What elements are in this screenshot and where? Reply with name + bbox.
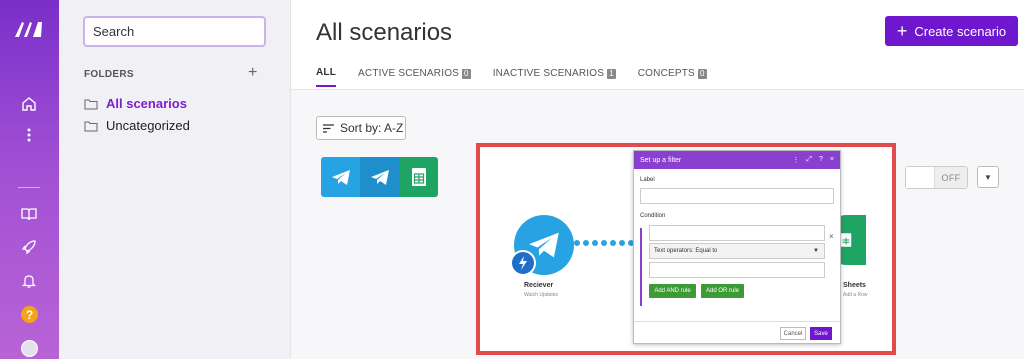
filter-dialog-title: Set up a filter <box>640 156 682 164</box>
condition-operand-input[interactable] <box>649 225 825 241</box>
condition-value-input[interactable] <box>649 262 825 278</box>
tab-inactive-scenarios[interactable]: INACTIVE SCENARIOS 1 <box>493 67 616 87</box>
operator-select-value: Text operators: Equal to <box>654 248 718 254</box>
add-and-rule-button[interactable]: Add AND rule <box>649 284 696 298</box>
header: All scenarios + Create scenario ALL ACTI… <box>291 0 1024 90</box>
close-icon[interactable]: × <box>830 156 834 164</box>
rail-divider <box>18 187 40 188</box>
bell-icon[interactable] <box>18 270 40 292</box>
create-scenario-button[interactable]: + Create scenario <box>885 16 1018 46</box>
label-input[interactable] <box>640 188 834 204</box>
home-icon[interactable] <box>18 93 40 115</box>
rocket-icon[interactable] <box>18 236 40 258</box>
instant-trigger-icon <box>510 250 536 276</box>
make-logo-icon[interactable] <box>13 20 45 44</box>
tab-label: ACTIVE SCENARIOS <box>358 68 460 79</box>
scenario-app-icons[interactable] <box>321 157 438 197</box>
editor-canvas: Reciever Watch Updates Sheets Add a Row … <box>480 147 892 351</box>
tab-label: CONCEPTS <box>637 68 695 79</box>
tab-label: INACTIVE SCENARIOS <box>492 68 605 79</box>
folder-open-icon <box>84 99 98 109</box>
operator-select[interactable]: Text operators: Equal to ▼ <box>649 243 825 259</box>
folder-item-uncategorized[interactable]: Uncategorized <box>84 118 190 133</box>
tab-concepts[interactable]: CONCEPTS 0 <box>638 67 707 87</box>
filter-dialog: Set up a filter ⋮ ⤢ ? × Label Condition … <box>633 150 841 344</box>
folder-item-all-scenarios[interactable]: All scenarios <box>84 96 187 111</box>
folders-heading: FOLDERS <box>84 69 134 80</box>
book-icon[interactable] <box>18 203 40 225</box>
avatar[interactable] <box>21 340 38 357</box>
help-icon[interactable]: ? <box>21 306 38 323</box>
telegram-icon <box>360 157 399 197</box>
tab-all[interactable]: ALL <box>316 67 337 87</box>
create-scenario-label: Create scenario <box>914 23 1007 39</box>
folder-item-label: Uncategorized <box>106 118 190 133</box>
tab-count-badge: 0 <box>462 68 471 79</box>
folder-icon <box>84 121 98 131</box>
add-or-rule-button[interactable]: Add OR rule <box>701 284 744 298</box>
tab-active-scenarios[interactable]: ACTIVE SCENARIOS 0 <box>358 67 471 87</box>
chevron-down-icon: ▼ <box>984 172 992 182</box>
highlighted-editor-preview: Reciever Watch Updates Sheets Add a Row … <box>476 143 896 355</box>
sort-button[interactable]: Sort by: A-Z <box>316 116 406 140</box>
folder-item-label: All scenarios <box>106 96 187 111</box>
more-vertical-icon[interactable] <box>18 124 40 146</box>
toggle-knob <box>906 167 935 188</box>
page-title: All scenarios <box>316 19 453 46</box>
tab-label: ALL <box>316 67 337 78</box>
left-rail: ? <box>0 0 59 359</box>
scenario-toggle[interactable]: OFF <box>905 166 968 189</box>
more-vertical-icon[interactable]: ⋮ <box>792 156 799 164</box>
add-folder-button[interactable]: + <box>248 64 257 82</box>
google-sheets-icon <box>840 233 852 247</box>
save-button[interactable]: Save <box>810 327 832 340</box>
condition-label: Condition <box>640 213 666 219</box>
tab-count-badge: 1 <box>607 68 616 79</box>
telegram-icon <box>321 157 360 197</box>
plus-icon: + <box>896 21 908 41</box>
sheets-module-sub: Add a Row <box>843 292 868 298</box>
receiver-module-sub: Watch Updates <box>524 292 558 298</box>
label-field-label: Label <box>640 177 655 183</box>
search-input[interactable] <box>83 16 266 47</box>
expand-icon[interactable]: ⤢ <box>806 156 812 164</box>
help-icon[interactable]: ? <box>819 156 823 164</box>
chevron-down-icon: ▼ <box>813 248 819 254</box>
scenario-menu-button[interactable]: ▼ <box>977 166 999 188</box>
sort-label: Sort by: A-Z <box>340 121 404 135</box>
sort-icon <box>323 123 334 133</box>
tab-count-badge: 0 <box>697 68 707 79</box>
sheets-module-label: Sheets <box>843 282 866 289</box>
cancel-button[interactable]: Cancel <box>780 327 806 340</box>
filter-dialog-footer: Cancel Save <box>634 321 840 344</box>
scenario-tabs: ALL ACTIVE SCENARIOS 0 INACTIVE SCENARIO… <box>316 67 729 87</box>
close-icon[interactable]: × <box>829 232 834 241</box>
receiver-module-label: Reciever <box>524 282 554 289</box>
filter-dialog-header: Set up a filter ⋮ ⤢ ? × <box>634 151 840 169</box>
main-content: All scenarios + Create scenario ALL ACTI… <box>291 0 1024 359</box>
folders-panel: FOLDERS + All scenarios Uncategorized <box>59 0 291 359</box>
google-sheets-icon <box>399 157 438 197</box>
toggle-label: OFF <box>941 172 961 183</box>
